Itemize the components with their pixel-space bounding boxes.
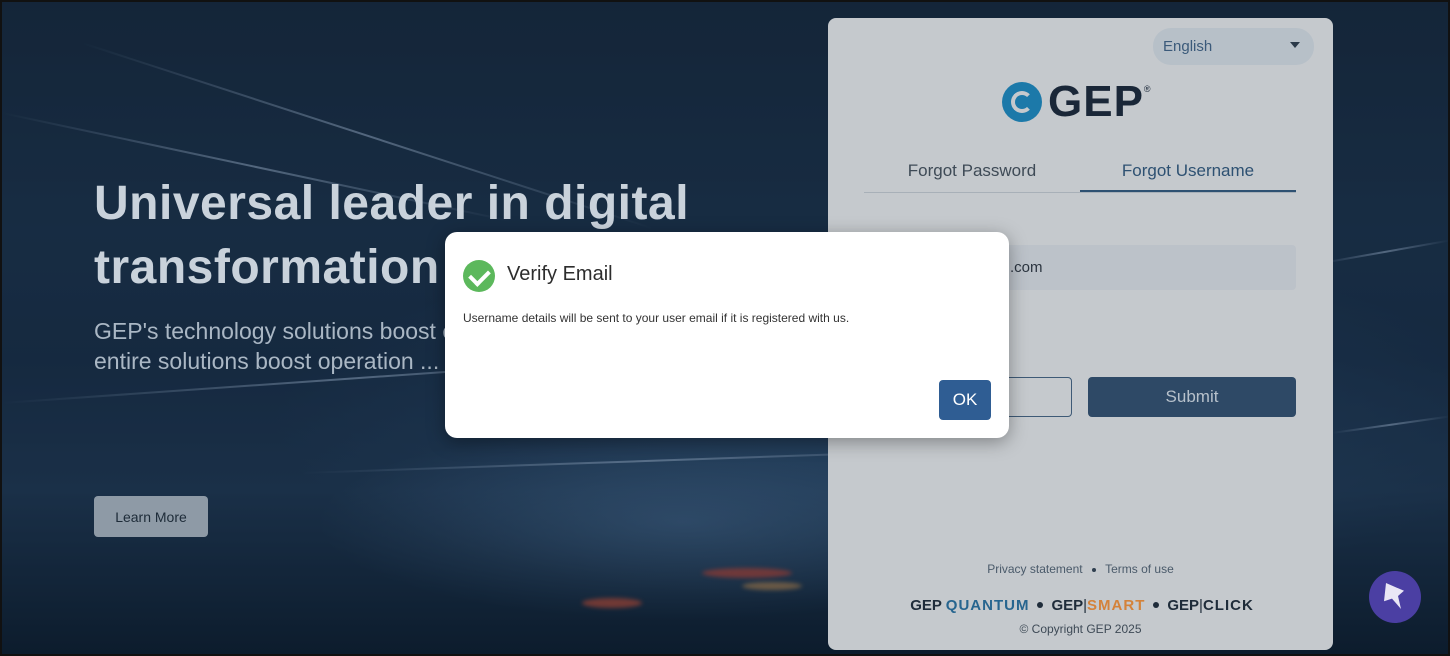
page: Universal leader in digital transformati…: [0, 0, 1450, 656]
recovery-tabs: Forgot Password Forgot Username: [864, 152, 1296, 193]
gep-text: GEP: [1051, 596, 1084, 614]
ok-button[interactable]: OK: [939, 380, 991, 420]
gep-click-logo: GEP|CLICK: [1167, 597, 1253, 614]
gep-logo-mark-icon: [1002, 82, 1042, 122]
separator-dot: [1091, 567, 1096, 572]
smart-text: SMART: [1087, 596, 1146, 614]
verify-email-dialog: Verify Email Username details will be se…: [445, 232, 1009, 438]
language-select-value: English: [1163, 38, 1213, 55]
gep-text: GEP: [910, 596, 942, 614]
chatbot-icon[interactable]: [1369, 571, 1421, 623]
tab-forgot-username[interactable]: Forgot Username: [1080, 152, 1296, 192]
click-text: CLICK: [1202, 596, 1254, 614]
email-field-value: .com: [1010, 259, 1043, 276]
separator-dot: [1037, 602, 1044, 608]
gep-logo-text: GEP: [1048, 77, 1144, 126]
registered-mark: ®: [1143, 84, 1151, 94]
gep-smart-logo: GEP|SMART: [1051, 597, 1145, 614]
copyright-text: © Copyright GEP 2025: [1019, 622, 1142, 636]
dialog-title: Verify Email: [507, 263, 613, 285]
check-circle-icon: [463, 260, 495, 292]
terms-of-use-link[interactable]: Terms of use: [1105, 562, 1174, 576]
language-select[interactable]: English: [1153, 28, 1314, 65]
footer-links: Privacy statement Terms of use: [828, 562, 1333, 576]
quantum-text: QUANTUM: [945, 596, 1030, 614]
tab-forgot-password[interactable]: Forgot Password: [864, 152, 1080, 192]
submit-button[interactable]: Submit: [1088, 377, 1296, 417]
chevron-down-icon: [1290, 42, 1300, 48]
dialog-message: Username details will be sent to your us…: [463, 311, 850, 325]
gep-quantum-logo: GEP QUANTUM: [910, 597, 1029, 614]
gep-logo: GEP ®: [1002, 77, 1151, 126]
product-logos: GEP QUANTUM GEP|SMART GEP|CLICK: [842, 592, 1322, 618]
privacy-statement-link[interactable]: Privacy statement: [987, 562, 1082, 576]
gep-text: GEP: [1167, 596, 1200, 614]
separator-dot: [1153, 602, 1160, 608]
learn-more-button[interactable]: Learn More: [94, 496, 208, 537]
